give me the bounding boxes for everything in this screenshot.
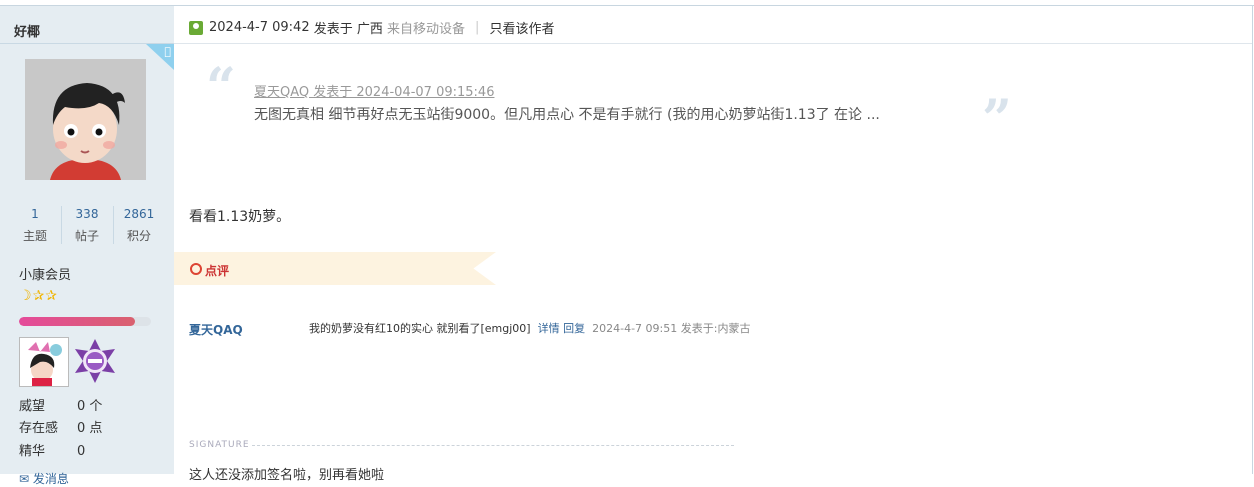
only-author-link[interactable]: 只看该作者 (489, 18, 554, 37)
header-separator: | (475, 20, 480, 35)
moon-icon: ☽ (19, 288, 32, 304)
level-icons: ☽ ✰ ✰ (19, 289, 57, 303)
comment-time: 2024-4-7 09:51 发表于:内蒙古 (592, 322, 751, 335)
signature-divider (252, 445, 734, 446)
info-value: 0 (77, 444, 86, 459)
sidebar-divider (0, 43, 174, 44)
info-prestige: 威望 0 个 (19, 395, 102, 414)
stat-credits-label: 积分 (126, 229, 151, 243)
star-icon: ✰ (32, 288, 45, 304)
user-group[interactable]: 小康会员 (19, 264, 71, 283)
message-icon: ✉ (19, 472, 30, 486)
header-divider (174, 43, 1252, 44)
stat-posts[interactable]: 338 帖子 (62, 206, 112, 244)
stat-credits-value: 2861 (123, 207, 155, 221)
comment-text: 我的奶萝没有红10的实心 就别看了[emgj00] (309, 322, 531, 335)
star-icon: ✰ (45, 288, 58, 304)
online-status-icon (189, 20, 203, 35)
review-label: 点评 (205, 264, 230, 278)
apple-icon:  (146, 44, 174, 70)
send-message-link[interactable]: ✉ 发消息 (19, 470, 69, 487)
comment-author[interactable]: 夏天QAQ (189, 321, 243, 338)
open-quote-icon: “ (206, 57, 236, 118)
level-progress-bar (19, 317, 151, 326)
stat-posts-label: 帖子 (74, 229, 99, 243)
close-quote-icon: ” (982, 89, 1012, 150)
user-stats: 1 主题 338 帖子 2861 积分 (10, 206, 164, 248)
post-location: 发表于 广西 (313, 22, 383, 37)
stat-credits[interactable]: 2861 积分 (114, 206, 164, 244)
top-border (0, 5, 1254, 6)
author-sidebar: 好椰  1 主题 338 帖子 2861 积分 (0, 6, 174, 486)
stat-threads[interactable]: 1 主题 (10, 206, 60, 244)
comment-reply-link[interactable]: 回复 (563, 322, 585, 335)
comment-row: 我的奶萝没有红10的实心 就别看了[emgj00] 详情 回复 2024-4-7… (309, 320, 750, 336)
post-timestamp: 2024-4-7 09:42 (209, 20, 310, 35)
info-key: 存在感 (19, 421, 59, 436)
stat-posts-value: 338 (75, 207, 99, 221)
stat-threads-value: 1 (31, 207, 39, 221)
avatar[interactable] (25, 59, 146, 180)
author-name[interactable]: 好椰 (14, 21, 40, 40)
post-device: 来自移动设备 (387, 22, 466, 37)
info-value: 0 个 (77, 399, 103, 414)
info-presence: 存在感 0 点 (19, 417, 102, 436)
info-key: 威望 (19, 399, 46, 414)
post-body: 看看1.13奶萝。 (189, 209, 291, 225)
info-digest: 精华 0 (19, 440, 85, 459)
post-header: 2024-4-7 09:42 发表于 广西 来自移动设备 | 只看该作者 (189, 18, 554, 37)
purple-emblem-icon[interactable] (71, 337, 119, 385)
info-key: 精华 (19, 444, 46, 459)
right-border (1252, 6, 1253, 474)
signature-label: SIGNATURE (189, 440, 250, 450)
level-progress-fill (19, 317, 136, 326)
info-value: 0 点 (77, 421, 103, 436)
comment-detail-link[interactable]: 详情 (538, 322, 560, 335)
quote-text: 无图无真相 细节再好点无玉站街9000。但凡用点心 不是有手就行 (我的用心奶萝… (254, 107, 880, 123)
quote-meta[interactable]: 夏天QAQ 发表于 2024-04-07 09:15:46 (254, 81, 494, 100)
stat-threads-label: 主题 (22, 229, 47, 243)
send-message-label: 发消息 (32, 472, 69, 486)
review-circle-icon (190, 263, 202, 275)
cartoon-medal-icon[interactable] (19, 337, 69, 387)
